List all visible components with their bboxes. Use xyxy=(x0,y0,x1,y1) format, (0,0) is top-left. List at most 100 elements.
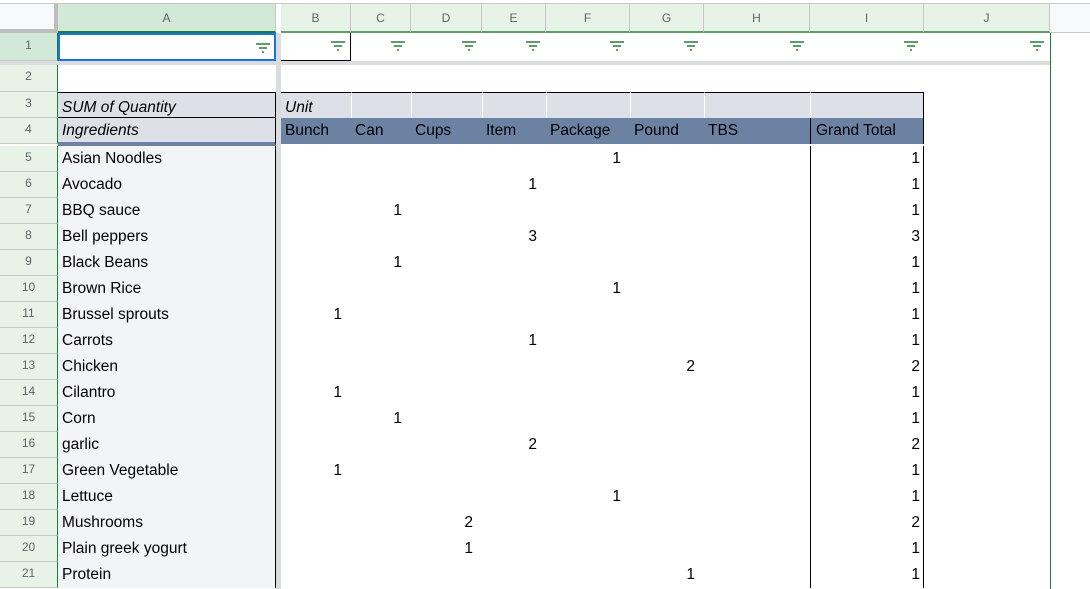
pivot-value-cell: 1 xyxy=(528,176,537,193)
pivot-value-cell xyxy=(704,198,810,224)
pivot-value-cell xyxy=(704,172,810,198)
pivot-value-cell xyxy=(351,484,411,510)
pivot-value-cell xyxy=(630,380,704,406)
row-header-10[interactable]: 10 xyxy=(0,276,58,302)
pivot-grand-total-cell: 1 xyxy=(810,146,924,172)
pivot-column-header[interactable]: TBS xyxy=(704,118,810,144)
pivot-value-cell xyxy=(704,302,810,328)
pivot-column-header[interactable]: Can xyxy=(351,118,411,144)
pivot-value-cell xyxy=(546,250,630,276)
filter-icon[interactable] xyxy=(610,41,624,51)
pivot-grand-total-cell: 2 xyxy=(810,354,924,380)
pivot-value-cell xyxy=(351,432,411,458)
pivot-value-cell xyxy=(704,224,810,250)
pivot-value-cell xyxy=(482,302,546,328)
pivot-value-cell xyxy=(411,224,482,250)
row-header-13[interactable]: 13 xyxy=(0,354,58,380)
pivot-column-header[interactable]: Package xyxy=(546,118,630,144)
row-header-8[interactable]: 8 xyxy=(0,224,58,250)
row-header-16[interactable]: 16 xyxy=(0,432,58,458)
row-header-9[interactable]: 9 xyxy=(0,250,58,276)
filter-icon[interactable] xyxy=(256,43,270,53)
column-header-d[interactable]: D xyxy=(411,4,482,33)
pivot-value-cell xyxy=(351,536,411,562)
row-header-20[interactable]: 20 xyxy=(0,536,58,562)
pivot-column-field-label: Unit xyxy=(281,92,351,118)
row-header-7[interactable]: 7 xyxy=(0,198,58,224)
row-header-5[interactable]: 5 xyxy=(0,146,58,172)
row-header-18[interactable]: 18 xyxy=(0,484,58,510)
pivot-value-cell xyxy=(411,432,482,458)
filter-cell-c1[interactable] xyxy=(351,33,411,61)
filter-cell-h1[interactable] xyxy=(704,33,810,61)
pivot-value-cell xyxy=(411,250,482,276)
filter-icon[interactable] xyxy=(526,41,540,51)
filter-cell-d1[interactable] xyxy=(411,33,482,61)
column-header-f[interactable]: F xyxy=(546,4,630,33)
row-header-11[interactable]: 11 xyxy=(0,302,58,328)
pivot-column-header[interactable]: Bunch xyxy=(281,118,351,144)
column-header-c[interactable]: C xyxy=(351,4,411,33)
pivot-row-label: Asian Noodles xyxy=(58,146,276,172)
row-header-12[interactable]: 12 xyxy=(0,328,58,354)
filter-cell-g1[interactable] xyxy=(630,33,704,61)
pivot-value-cell xyxy=(281,328,351,354)
filter-icon[interactable] xyxy=(462,41,476,51)
filter-cell-e1[interactable] xyxy=(482,33,546,61)
row-header-14[interactable]: 14 xyxy=(0,380,58,406)
pivot-value-cell xyxy=(482,484,546,510)
pivot-column-header[interactable]: Item xyxy=(482,118,546,144)
pivot-value-cell xyxy=(630,146,704,172)
pivot-value-cell xyxy=(281,224,351,250)
pivot-grand-total-cell: 1 xyxy=(810,276,924,302)
pivot-header-blank xyxy=(482,92,546,118)
row-header-21[interactable]: 21 xyxy=(0,562,58,588)
pivot-value-cell xyxy=(630,328,704,354)
filter-icon[interactable] xyxy=(684,41,698,51)
pivot-value-cell xyxy=(281,276,351,302)
pivot-row-label: Lettuce xyxy=(58,484,276,510)
column-header-g[interactable]: G xyxy=(630,4,704,33)
filter-icon[interactable] xyxy=(391,41,405,51)
pivot-value-cell xyxy=(482,536,546,562)
column-header-h[interactable]: H xyxy=(704,4,810,33)
row-header-1[interactable]: 1 xyxy=(0,33,58,61)
row-header-15[interactable]: 15 xyxy=(0,406,58,432)
pivot-row-label: Bell peppers xyxy=(58,224,276,250)
pivot-grand-total-cell: 3 xyxy=(810,224,924,250)
filter-icon[interactable] xyxy=(1030,41,1044,51)
pivot-value-cell xyxy=(704,510,810,536)
row-header-19[interactable]: 19 xyxy=(0,510,58,536)
pivot-column-header[interactable]: Cups xyxy=(411,118,482,144)
pivot-row-label: Brussel sprouts xyxy=(58,302,276,328)
filter-cell-i1[interactable] xyxy=(810,33,924,61)
selected-cell-a1[interactable] xyxy=(58,33,276,61)
row-header-3[interactable]: 3 xyxy=(0,92,58,118)
pivot-row-label: Mushrooms xyxy=(58,510,276,536)
row-header-2[interactable]: 2 xyxy=(0,65,58,92)
select-all-corner[interactable] xyxy=(0,4,58,33)
pivot-grand-total-cell: 1 xyxy=(810,250,924,276)
filter-cell-j1[interactable] xyxy=(924,33,1050,61)
filter-icon[interactable] xyxy=(904,41,918,51)
row-header-6[interactable]: 6 xyxy=(0,172,58,198)
column-header-b[interactable]: B xyxy=(281,4,351,33)
pivot-value-cell xyxy=(411,484,482,510)
pivot-value-cell xyxy=(482,276,546,302)
filter-cell-f1[interactable] xyxy=(546,33,630,61)
pivot-row-label: Black Beans xyxy=(58,250,276,276)
pivot-value-cell xyxy=(630,172,704,198)
pivot-value-cell xyxy=(411,380,482,406)
column-header-e[interactable]: E xyxy=(482,4,546,33)
pivot-column-header[interactable]: Pound xyxy=(630,118,704,144)
column-header-j[interactable]: J xyxy=(924,4,1050,33)
column-header-i[interactable]: I xyxy=(810,4,924,33)
filter-icon[interactable] xyxy=(790,41,804,51)
pivot-grand-total-cell: 1 xyxy=(810,380,924,406)
row-header-4[interactable]: 4 xyxy=(0,118,58,144)
row-header-17[interactable]: 17 xyxy=(0,458,58,484)
column-header-a[interactable]: A xyxy=(58,4,276,33)
frozen-row-divider[interactable] xyxy=(0,61,1050,65)
pivot-value-cell: 2 xyxy=(686,358,695,375)
pivot-value-cell xyxy=(704,354,810,380)
